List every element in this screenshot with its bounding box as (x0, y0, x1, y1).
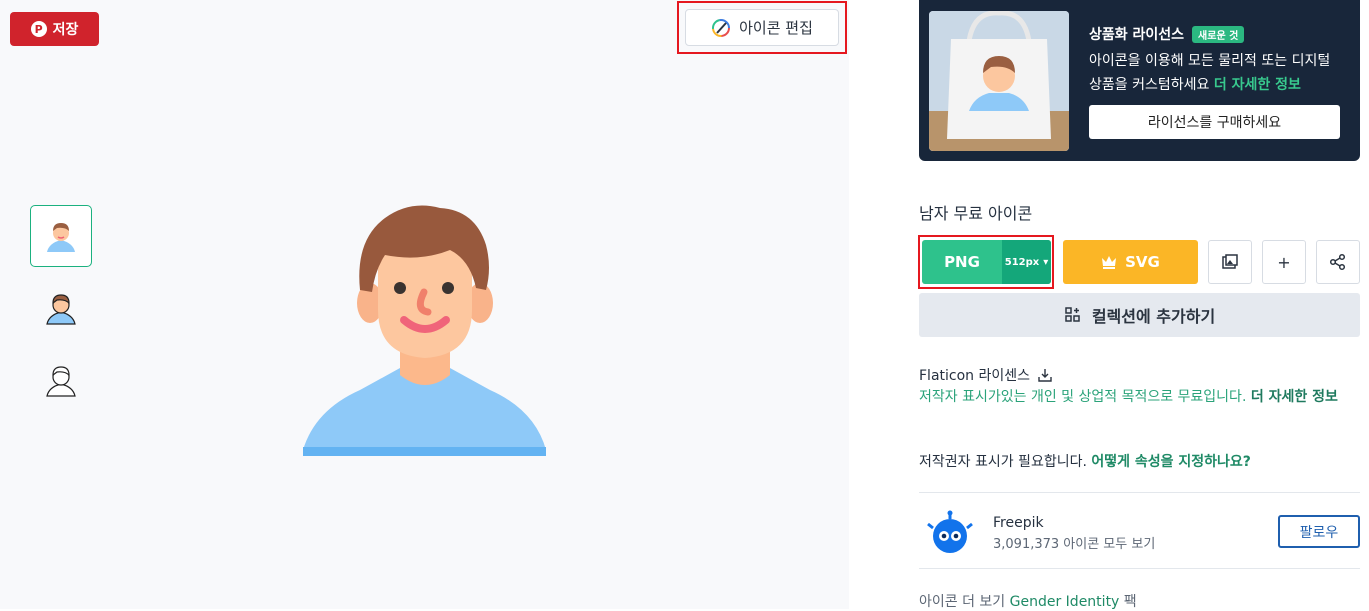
divider (919, 492, 1360, 493)
man-lineal-icon (46, 366, 76, 397)
promo-more-link[interactable]: 더 자세한 정보 (1214, 77, 1301, 93)
pinterest-save-button[interactable]: P 저장 (10, 12, 99, 46)
new-badge: 새로운 것 (1192, 25, 1245, 43)
png-size-dropdown[interactable]: 512px ▾ (1002, 240, 1051, 284)
license-more-link[interactable]: 더 자세한 정보 (1251, 389, 1338, 405)
more-suffix: 팩 (1123, 594, 1137, 610)
png-download-button[interactable]: PNG 512px ▾ (922, 240, 1051, 284)
png-label[interactable]: PNG (922, 240, 1002, 284)
promo-description: 아이콘을 이용해 모든 물리적 또는 디지털 상품을 커스텀하세요 더 자세한 … (1089, 49, 1339, 97)
download-icon[interactable] (1038, 368, 1052, 382)
author-name[interactable]: Freepik (993, 515, 1044, 531)
more-icons-line: 아이콘 더 보기 Gender Identity 팩 (919, 591, 1137, 611)
svg-label: SVG (1125, 253, 1160, 271)
add-to-collection-button[interactable]: 컬렉션에 추가하기 (919, 293, 1360, 337)
thumbnail-flat-color[interactable] (30, 205, 92, 267)
icon-title: 남자 무료 아이콘 (919, 204, 1033, 223)
share-icon (1329, 253, 1346, 271)
share-button[interactable] (1316, 240, 1360, 284)
promo-title-text: 상품화 라이선스 (1089, 27, 1185, 43)
license-desc-text: 저작자 표시가있는 개인 및 상업적 목적으로 무료입니다. (919, 389, 1247, 405)
caret-down-icon: ▾ (1043, 256, 1049, 268)
attribution-how-link[interactable]: 어떻게 속성을 지정하나요? (1091, 454, 1251, 470)
merch-license-promo: 상품화 라이선스 새로운 것 아이콘을 이용해 모든 물리적 또는 디지털 상품… (919, 0, 1360, 161)
style-thumbnails (30, 205, 92, 421)
license-description: 저작자 표시가있는 개인 및 상업적 목적으로 무료입니다. 더 자세한 정보 (919, 386, 1360, 408)
promo-title: 상품화 라이선스 새로운 것 (1089, 24, 1245, 44)
license-title: Flaticon 라이센스 (919, 365, 1052, 385)
collection-label: 컬렉션에 추가하기 (1091, 307, 1216, 326)
mockup-button[interactable] (1208, 240, 1252, 284)
thumbnail-lineal-color[interactable] (30, 277, 92, 339)
crown-icon (1102, 256, 1117, 269)
man-flat-icon (47, 223, 75, 252)
edit-icon-button[interactable]: 아이콘 편집 (685, 9, 839, 46)
pack-link[interactable]: Gender Identity (1010, 594, 1120, 610)
add-button[interactable]: + (1262, 240, 1306, 284)
pinterest-icon: P (30, 21, 47, 37)
save-label: 저장 (52, 22, 79, 38)
more-prefix: 아이콘 더 보기 (919, 594, 1006, 610)
follow-button[interactable]: 팔로우 (1278, 515, 1360, 548)
brush-icon (712, 18, 731, 37)
attribution-text: 저작권자 표시가 필요합니다. (919, 454, 1087, 470)
attribution-note: 저작권자 표시가 필요합니다. 어떻게 속성을 지정하나요? (919, 451, 1251, 471)
plus-icon: + (1277, 252, 1291, 272)
freepik-avatar[interactable] (926, 510, 974, 554)
divider (919, 568, 1360, 569)
svg-download-button[interactable]: SVG (1063, 240, 1198, 284)
man-lineal-color-icon (46, 294, 76, 325)
license-title-text: Flaticon 라이센스 (919, 368, 1031, 384)
buy-license-button[interactable]: 라이선스를 구매하세요 (1089, 105, 1340, 139)
thumbnail-lineal[interactable] (30, 349, 92, 411)
edit-label: 아이콘 편집 (739, 19, 813, 37)
png-size-label: 512px (1004, 256, 1040, 268)
tote-bag-image (929, 11, 1069, 151)
tote-bag-illustration (929, 11, 1069, 151)
collection-icon (1065, 307, 1080, 322)
image-icon (1222, 254, 1238, 269)
author-icon-count[interactable]: 3,091,373 아이콘 모두 보기 (993, 533, 1155, 552)
man-icon-preview (303, 205, 546, 456)
